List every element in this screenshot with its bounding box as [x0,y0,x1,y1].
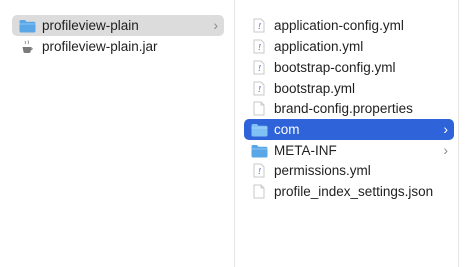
folder-icon [250,122,268,138]
list-item-bootstrap-config-yml[interactable]: ! bootstrap-config.yml [244,57,454,78]
item-label: profileview-plain.jar [42,39,158,54]
item-label: bootstrap.yml [274,81,356,96]
jar-icon [18,39,36,55]
yml-file-icon: ! [250,18,268,34]
item-label: META-INF [274,143,337,158]
column-divider[interactable] [234,0,235,267]
list-item-profileview-plain-jar[interactable]: profileview-plain.jar [12,36,224,57]
list-item-application-yml[interactable]: ! application.yml [244,36,454,57]
item-label: com [274,122,300,137]
chevron-right-icon: › [443,142,448,158]
svg-text:!: ! [258,167,261,176]
list-item-meta-inf[interactable]: META-INF › [244,140,454,161]
item-label: permissions.yml [274,163,371,178]
yml-file-icon: ! [250,39,268,55]
chevron-right-icon: › [213,17,218,33]
chevron-right-icon: › [443,121,448,137]
svg-text:!: ! [258,85,261,94]
list-item-permissions-yml[interactable]: ! permissions.yml [244,160,454,181]
folder-icon [250,143,268,159]
document-icon [250,101,268,117]
item-label: application-config.yml [274,18,404,33]
list-item-profileview-plain[interactable]: profileview-plain › [12,15,224,36]
svg-text:!: ! [258,22,261,31]
list-item-bootstrap-yml[interactable]: ! bootstrap.yml [244,78,454,99]
item-label: application.yml [274,39,364,54]
item-label: bootstrap-config.yml [274,60,396,75]
svg-text:!: ! [258,43,261,52]
list-item-brand-config-properties[interactable]: brand-config.properties [244,98,454,119]
column-left: profileview-plain › profileview-plain.ja… [0,0,232,267]
folder-icon [18,18,36,34]
column-divider[interactable] [458,0,459,267]
column-right: ! application-config.yml ! application.y… [236,0,458,267]
yml-file-icon: ! [250,60,268,76]
list-item-application-config-yml[interactable]: ! application-config.yml [244,15,454,36]
item-label: brand-config.properties [274,101,413,116]
yml-file-icon: ! [250,81,268,97]
item-label: profileview-plain [42,18,139,33]
list-item-com[interactable]: com › [244,119,454,140]
item-label: profile_index_settings.json [274,184,434,199]
svg-text:!: ! [258,64,261,73]
list-item-profile-index-settings-json[interactable]: profile_index_settings.json [244,181,454,202]
document-icon [250,184,268,200]
yml-file-icon: ! [250,163,268,179]
